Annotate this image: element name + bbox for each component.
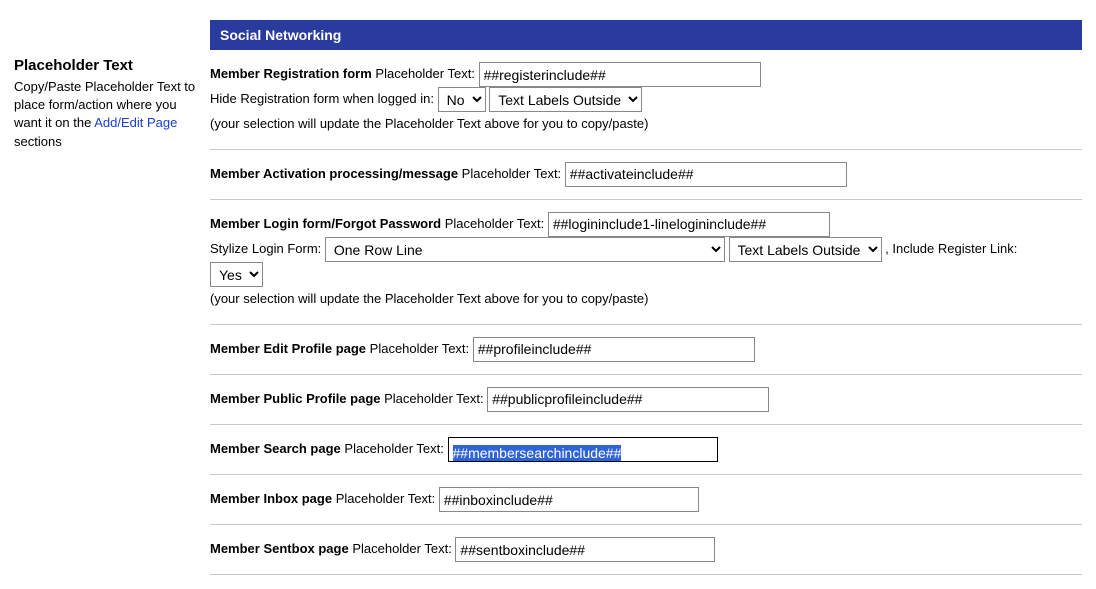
edit-profile-label: Member Edit Profile page	[210, 341, 366, 356]
row-registration: Member Registration form Placeholder Tex…	[210, 50, 1082, 150]
login-hint: (your selection will update the Placehol…	[210, 291, 648, 306]
row-sentbox: Member Sentbox page Placeholder Text:	[210, 525, 1082, 575]
activation-label-suffix: Placeholder Text:	[458, 166, 565, 181]
sidebar-desc-suffix: sections	[14, 134, 62, 149]
main-panel: Social Networking Member Registration fo…	[210, 0, 1082, 575]
sidebar-desc: Copy/Paste Placeholder Text to place for…	[14, 78, 204, 151]
section-header: Social Networking	[210, 20, 1082, 50]
sidebar-title: Placeholder Text	[14, 55, 204, 76]
registration-placeholder-input[interactable]	[479, 62, 761, 87]
search-label: Member Search page	[210, 441, 341, 456]
sentbox-placeholder-input[interactable]	[455, 537, 715, 562]
search-placeholder-selection: ##membersearchinclude##	[453, 445, 622, 461]
registration-hint: (your selection will update the Placehol…	[210, 116, 648, 131]
hide-registration-label: Hide Registration form when logged in:	[210, 91, 438, 106]
sidebar: Placeholder Text Copy/Paste Placeholder …	[14, 0, 210, 575]
public-profile-label-suffix: Placeholder Text:	[381, 391, 488, 406]
registration-labels-select[interactable]: Text Labels Outside	[489, 87, 642, 112]
edit-profile-placeholder-input[interactable]	[473, 337, 755, 362]
activation-placeholder-input[interactable]	[565, 162, 847, 187]
login-label: Member Login form/Forgot Password	[210, 216, 441, 231]
search-placeholder-input[interactable]: ##membersearchinclude##	[448, 437, 718, 462]
sentbox-label: Member Sentbox page	[210, 541, 349, 556]
row-activation: Member Activation processing/message Pla…	[210, 150, 1082, 200]
sentbox-label-suffix: Placeholder Text:	[349, 541, 456, 556]
add-edit-page-link[interactable]: Add/Edit Page	[94, 115, 177, 130]
login-labels-select[interactable]: Text Labels Outside	[729, 237, 882, 262]
stylize-login-select[interactable]: One Row Line	[325, 237, 725, 262]
login-label-suffix: Placeholder Text:	[441, 216, 548, 231]
stylize-login-label: Stylize Login Form:	[210, 241, 325, 256]
row-search: Member Search page Placeholder Text: ##m…	[210, 425, 1082, 475]
activation-label: Member Activation processing/message	[210, 166, 458, 181]
registration-label: Member Registration form	[210, 66, 372, 81]
row-public-profile: Member Public Profile page Placeholder T…	[210, 375, 1082, 425]
inbox-placeholder-input[interactable]	[439, 487, 699, 512]
hide-registration-select[interactable]: No	[438, 87, 486, 112]
row-edit-profile: Member Edit Profile page Placeholder Tex…	[210, 325, 1082, 375]
row-inbox: Member Inbox page Placeholder Text:	[210, 475, 1082, 525]
inbox-label: Member Inbox page	[210, 491, 332, 506]
public-profile-placeholder-input[interactable]	[487, 387, 769, 412]
edit-profile-label-suffix: Placeholder Text:	[366, 341, 473, 356]
search-label-suffix: Placeholder Text:	[341, 441, 448, 456]
include-register-label: , Include Register Link:	[885, 241, 1017, 256]
public-profile-label: Member Public Profile page	[210, 391, 381, 406]
registration-label-suffix: Placeholder Text:	[372, 66, 479, 81]
include-register-select[interactable]: Yes	[210, 262, 263, 287]
inbox-label-suffix: Placeholder Text:	[332, 491, 439, 506]
row-login: Member Login form/Forgot Password Placeh…	[210, 200, 1082, 325]
login-placeholder-input[interactable]	[548, 212, 830, 237]
